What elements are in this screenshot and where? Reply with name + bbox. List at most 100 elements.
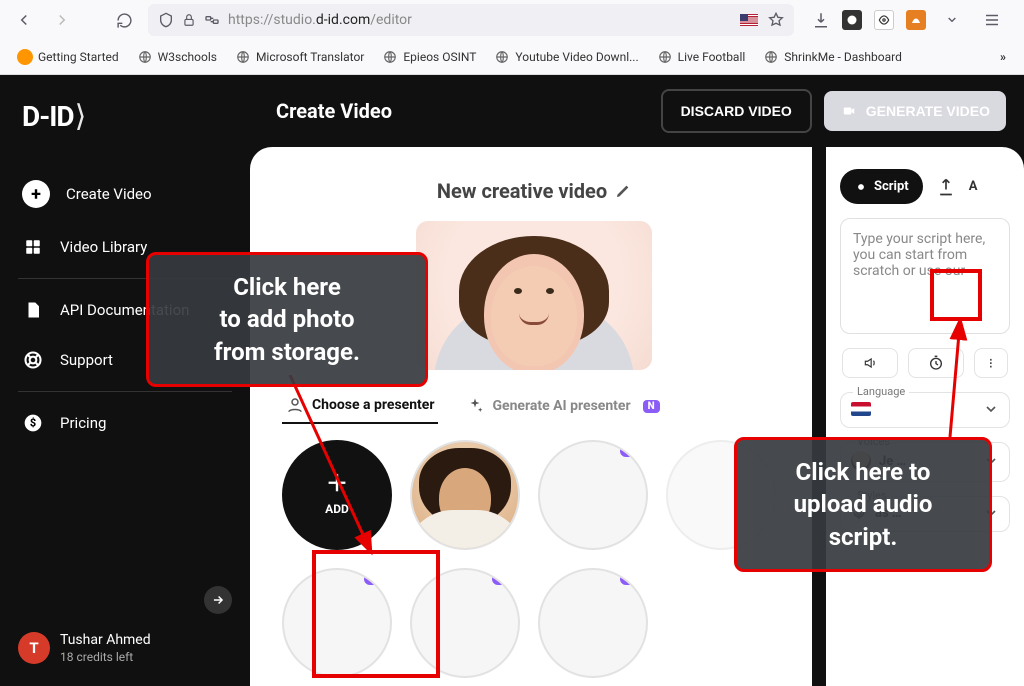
pencil-icon[interactable] xyxy=(615,183,631,199)
tool-button[interactable] xyxy=(908,348,964,378)
permissions-icon xyxy=(204,12,220,28)
hq-badge: HQ xyxy=(492,573,515,585)
divider xyxy=(18,391,232,392)
extension-icon[interactable] xyxy=(842,10,862,30)
forward-button[interactable] xyxy=(48,6,76,34)
sidebar-item-pricing[interactable]: $ Pricing xyxy=(0,398,250,448)
editor-panel: New creative video xyxy=(250,147,812,686)
bookmark-label: W3schools xyxy=(158,50,217,64)
collapse-sidebar-button[interactable] xyxy=(204,586,232,614)
sparkle-icon xyxy=(466,397,484,415)
video-title[interactable]: New creative video xyxy=(437,179,607,203)
globe-icon xyxy=(494,49,510,65)
presenter-option[interactable]: HQ xyxy=(538,440,648,550)
navigation-toolbar: https://studio.d-id.com/editor xyxy=(0,0,1024,40)
document-icon xyxy=(22,299,44,321)
add-presenter-button[interactable]: ＋ ADD xyxy=(282,440,392,550)
reload-button[interactable] xyxy=(110,6,138,34)
chevron-down-icon xyxy=(983,505,999,521)
logo-bracket-icon: ⟩ xyxy=(75,99,86,134)
page-title: Create Video xyxy=(276,99,392,123)
bookmark-item[interactable]: Getting Started xyxy=(10,45,126,69)
script-tab[interactable]: Script xyxy=(840,169,923,204)
lock-icon xyxy=(182,13,196,27)
upload-icon xyxy=(936,177,956,197)
upload-audio-button[interactable] xyxy=(929,170,963,204)
user-credits: 18 credits left xyxy=(60,650,151,664)
tab-generate-ai-presenter[interactable]: Generate AI presenter N xyxy=(462,389,663,423)
bookmark-label: Epieos OSINT xyxy=(403,50,476,64)
browser-chrome: https://studio.d-id.com/editor xyxy=(0,0,1024,75)
bookmark-label: Getting Started xyxy=(38,50,119,64)
flag-icon xyxy=(851,402,871,416)
camera-icon xyxy=(840,104,858,118)
app-root: D-ID⟩ + Create Video Video Library xyxy=(0,75,1024,686)
generate-video-button[interactable]: GENERATE VIDEO xyxy=(824,91,1006,131)
presenter-option[interactable]: HQ xyxy=(282,568,392,678)
style-selector[interactable]: Styles as … xyxy=(840,496,1010,532)
extension-icon[interactable] xyxy=(906,10,926,30)
menu-icon[interactable] xyxy=(978,6,1006,34)
grid-icon xyxy=(22,236,44,258)
plus-circle-icon: + xyxy=(22,180,50,208)
overflow-chevron-icon[interactable] xyxy=(938,6,966,34)
globe-icon xyxy=(235,49,251,65)
presenter-option[interactable]: HQ xyxy=(410,568,520,678)
bookmark-item[interactable]: Microsoft Translator xyxy=(228,45,371,69)
speaker-icon xyxy=(862,356,878,370)
presenter-tabs: Choose a presenter Generate AI presenter… xyxy=(276,370,792,432)
tab-label: Choose a presenter xyxy=(312,397,434,413)
arrow-right-icon xyxy=(211,593,225,607)
new-badge: N xyxy=(643,400,660,413)
back-button[interactable] xyxy=(10,6,38,34)
sidebar-item-video-library[interactable]: Video Library xyxy=(0,222,250,272)
presenter-option[interactable] xyxy=(666,440,776,550)
address-bar[interactable]: https://studio.d-id.com/editor xyxy=(148,4,794,36)
presenter-option[interactable]: HQ xyxy=(538,568,648,678)
script-textarea[interactable]: Type your script here, you can start fro… xyxy=(840,218,1010,334)
sidebar-item-support[interactable]: Support xyxy=(0,335,250,385)
sidebar-item-create-video[interactable]: + Create Video xyxy=(0,166,250,222)
main-area: Create Video DISCARD VIDEO GENERATE VIDE… xyxy=(250,75,1024,686)
sidebar-item-label: Create Video xyxy=(66,185,152,203)
voice-avatar-icon xyxy=(851,451,871,471)
bookmark-label: Microsoft Translator xyxy=(256,50,364,64)
presenter-option[interactable] xyxy=(410,440,520,550)
logo: D-ID⟩ xyxy=(0,75,250,156)
voice-selector[interactable]: Voices Je … xyxy=(840,442,1010,482)
flag-us-icon[interactable] xyxy=(740,14,758,26)
script-tab-label: Script xyxy=(874,179,909,194)
download-icon[interactable] xyxy=(812,11,830,29)
sidebar-item-api-docs[interactable]: API Documentation xyxy=(0,285,250,335)
tab-choose-presenter[interactable]: Choose a presenter xyxy=(282,388,438,424)
field-value: Je … xyxy=(879,454,975,469)
chevron-down-icon xyxy=(983,453,999,469)
tool-button[interactable]: ⁝ xyxy=(974,348,1008,378)
language-selector[interactable]: Language xyxy=(840,392,1010,428)
plus-icon: ＋ xyxy=(326,474,348,496)
discard-video-button[interactable]: DISCARD VIDEO xyxy=(661,89,812,133)
tool-button[interactable] xyxy=(842,348,898,378)
field-label: Language xyxy=(853,385,909,398)
globe-icon xyxy=(382,49,398,65)
bookmarks-bar: Getting Started W3schools Microsoft Tran… xyxy=(0,40,1024,74)
tab-label: Generate AI presenter xyxy=(492,398,630,414)
user-profile[interactable]: T Tushar Ahmed 18 credits left xyxy=(18,632,232,664)
avatar: T xyxy=(18,632,50,664)
firefox-icon xyxy=(17,49,33,65)
hq-badge: HQ xyxy=(364,573,387,585)
sidebar-item-label: Pricing xyxy=(60,414,106,432)
bookmark-item[interactable]: ShrinkMe - Dashboard xyxy=(756,45,909,69)
bookmark-item[interactable]: Epieos OSINT xyxy=(375,45,483,69)
bookmarks-overflow-icon[interactable]: » xyxy=(992,46,1014,68)
extension-icon[interactable] xyxy=(874,10,894,30)
bookmark-item[interactable]: W3schools xyxy=(130,45,224,69)
microphone-icon xyxy=(851,505,867,521)
generate-label: GENERATE VIDEO xyxy=(866,103,990,119)
script-panel: Script A Type your script here, you can … xyxy=(826,147,1024,686)
globe-icon xyxy=(763,49,779,65)
bookmark-item[interactable]: Youtube Video Downl... xyxy=(487,45,645,69)
bookmark-star-icon[interactable] xyxy=(768,12,784,28)
bookmark-item[interactable]: Live Football xyxy=(650,45,753,69)
lifebuoy-icon xyxy=(22,349,44,371)
